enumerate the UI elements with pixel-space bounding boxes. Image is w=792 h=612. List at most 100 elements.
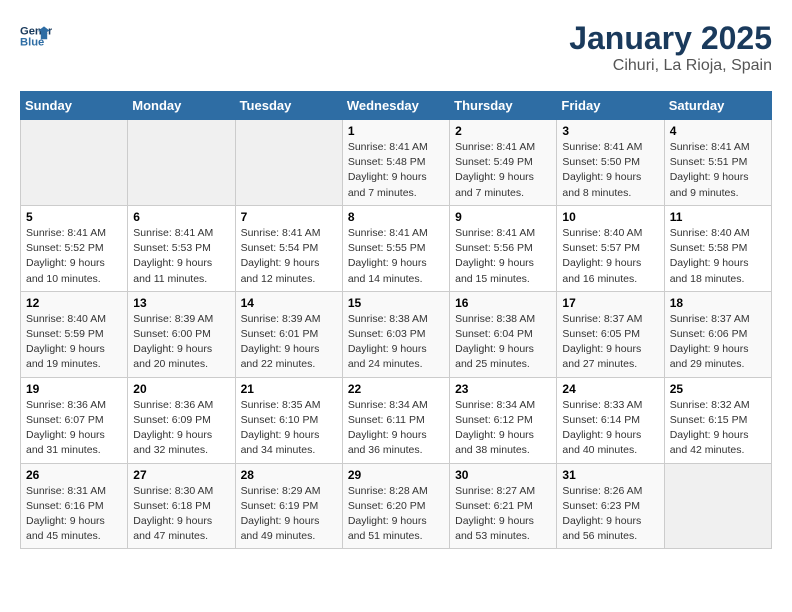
calendar-cell: 10 Sunrise: 8:40 AM Sunset: 5:57 PM Dayli… [557,205,664,291]
day-info: Sunrise: 8:33 AM Sunset: 6:14 PM Dayligh… [562,398,658,459]
calendar-cell: 14 Sunrise: 8:39 AM Sunset: 6:01 PM Dayli… [235,291,342,377]
calendar-cell: 23 Sunrise: 8:34 AM Sunset: 6:12 PM Dayli… [450,377,557,463]
day-info: Sunrise: 8:30 AM Sunset: 6:18 PM Dayligh… [133,484,229,545]
days-header-row: SundayMondayTuesdayWednesdayThursdayFrid… [21,92,772,120]
calendar-cell: 20Sunrise: 8:36 AM Sunset: 6:09 PM Dayli… [128,377,235,463]
day-header-saturday: Saturday [664,92,771,120]
day-number: 29 [348,468,444,482]
day-info: Sunrise: 8:38 AM Sunset: 6:03 PM Dayligh… [348,312,444,373]
calendar-cell: 1Sunrise: 8:41 AM Sunset: 5:48 PM Daylig… [342,120,449,206]
calendar-cell: 21 Sunrise: 8:35 AM Sunset: 6:10 PM Dayli… [235,377,342,463]
day-info: Sunrise: 8:41 AM Sunset: 5:51 PM Dayligh… [670,140,766,201]
day-info: Sunrise: 8:39 AM Sunset: 6:01 PM Dayligh… [241,312,337,373]
day-info: Sunrise: 8:40 AM Sunset: 5:59 PM Dayligh… [26,312,122,373]
calendar-cell [21,120,128,206]
day-number: 14 [241,296,337,310]
day-info: Sunrise: 8:34 AM Sunset: 6:12 PM Dayligh… [455,398,551,459]
day-info: Sunrise: 8:40 AM Sunset: 5:57 PM Dayligh… [562,226,658,287]
calendar-cell: 2Sunrise: 8:41 AM Sunset: 5:49 PM Daylig… [450,120,557,206]
calendar-cell: 28 Sunrise: 8:29 AM Sunset: 6:19 PM Dayli… [235,463,342,549]
week-row-1: 1Sunrise: 8:41 AM Sunset: 5:48 PM Daylig… [21,120,772,206]
day-info: Sunrise: 8:38 AM Sunset: 6:04 PM Dayligh… [455,312,551,373]
day-info: Sunrise: 8:28 AM Sunset: 6:20 PM Dayligh… [348,484,444,545]
day-number: 26 [26,468,122,482]
calendar-cell: 3 Sunrise: 8:41 AM Sunset: 5:50 PM Daylig… [557,120,664,206]
calendar-cell: 15Sunrise: 8:38 AM Sunset: 6:03 PM Dayli… [342,291,449,377]
day-info: Sunrise: 8:37 AM Sunset: 6:06 PM Dayligh… [670,312,766,373]
day-header-monday: Monday [128,92,235,120]
day-header-thursday: Thursday [450,92,557,120]
day-info: Sunrise: 8:41 AM Sunset: 5:49 PM Dayligh… [455,140,551,201]
day-number: 31 [562,468,658,482]
day-info: Sunrise: 8:41 AM Sunset: 5:53 PM Dayligh… [133,226,229,287]
day-number: 21 [241,382,337,396]
calendar-cell: 7 Sunrise: 8:41 AM Sunset: 5:54 PM Daylig… [235,205,342,291]
calendar-cell: 19Sunrise: 8:36 AM Sunset: 6:07 PM Dayli… [21,377,128,463]
calendar-cell: 24 Sunrise: 8:33 AM Sunset: 6:14 PM Dayli… [557,377,664,463]
day-number: 16 [455,296,551,310]
day-number: 5 [26,210,122,224]
day-header-tuesday: Tuesday [235,92,342,120]
calendar-cell [664,463,771,549]
day-info: Sunrise: 8:39 AM Sunset: 6:00 PM Dayligh… [133,312,229,373]
day-info: Sunrise: 8:29 AM Sunset: 6:19 PM Dayligh… [241,484,337,545]
week-row-4: 19Sunrise: 8:36 AM Sunset: 6:07 PM Dayli… [21,377,772,463]
day-info: Sunrise: 8:41 AM Sunset: 5:52 PM Dayligh… [26,226,122,287]
day-number: 4 [670,124,766,138]
day-info: Sunrise: 8:27 AM Sunset: 6:21 PM Dayligh… [455,484,551,545]
calendar-cell: 6 Sunrise: 8:41 AM Sunset: 5:53 PM Daylig… [128,205,235,291]
calendar-cell: 9 Sunrise: 8:41 AM Sunset: 5:56 PM Daylig… [450,205,557,291]
calendar-cell: 18 Sunrise: 8:37 AM Sunset: 6:06 PM Dayli… [664,291,771,377]
calendar-cell: 17Sunrise: 8:37 AM Sunset: 6:05 PM Dayli… [557,291,664,377]
day-info: Sunrise: 8:41 AM Sunset: 5:54 PM Dayligh… [241,226,337,287]
calendar-cell [128,120,235,206]
calendar-table: SundayMondayTuesdayWednesdayThursdayFrid… [20,91,772,549]
calendar-cell: 5 Sunrise: 8:41 AM Sunset: 5:52 PM Daylig… [21,205,128,291]
calendar-cell: 12Sunrise: 8:40 AM Sunset: 5:59 PM Dayli… [21,291,128,377]
logo: General Blue [20,20,52,52]
calendar-cell: 29 Sunrise: 8:28 AM Sunset: 6:20 PM Dayli… [342,463,449,549]
calendar-cell: 16 Sunrise: 8:38 AM Sunset: 6:04 PM Dayli… [450,291,557,377]
day-number: 24 [562,382,658,396]
calendar-cell: 13 Sunrise: 8:39 AM Sunset: 6:00 PM Dayli… [128,291,235,377]
day-info: Sunrise: 8:41 AM Sunset: 5:55 PM Dayligh… [348,226,444,287]
day-number: 17 [562,296,658,310]
day-number: 9 [455,210,551,224]
week-row-2: 5 Sunrise: 8:41 AM Sunset: 5:52 PM Daylig… [21,205,772,291]
day-info: Sunrise: 8:32 AM Sunset: 6:15 PM Dayligh… [670,398,766,459]
calendar-cell: 31 Sunrise: 8:26 AM Sunset: 6:23 PM Dayli… [557,463,664,549]
day-number: 7 [241,210,337,224]
day-number: 3 [562,124,658,138]
day-number: 30 [455,468,551,482]
week-row-3: 12Sunrise: 8:40 AM Sunset: 5:59 PM Dayli… [21,291,772,377]
calendar-cell: 22Sunrise: 8:34 AM Sunset: 6:11 PM Dayli… [342,377,449,463]
day-number: 18 [670,296,766,310]
day-info: Sunrise: 8:26 AM Sunset: 6:23 PM Dayligh… [562,484,658,545]
calendar-cell: 11Sunrise: 8:40 AM Sunset: 5:58 PM Dayli… [664,205,771,291]
day-info: Sunrise: 8:35 AM Sunset: 6:10 PM Dayligh… [241,398,337,459]
day-number: 28 [241,468,337,482]
calendar-cell: 27Sunrise: 8:30 AM Sunset: 6:18 PM Dayli… [128,463,235,549]
day-number: 1 [348,124,444,138]
page-header: General Blue January 2025 Cihuri, La Rio… [20,20,772,75]
calendar-cell [235,120,342,206]
calendar-cell: 26Sunrise: 8:31 AM Sunset: 6:16 PM Dayli… [21,463,128,549]
calendar-cell: 8 Sunrise: 8:41 AM Sunset: 5:55 PM Daylig… [342,205,449,291]
calendar-cell: 4 Sunrise: 8:41 AM Sunset: 5:51 PM Daylig… [664,120,771,206]
day-info: Sunrise: 8:40 AM Sunset: 5:58 PM Dayligh… [670,226,766,287]
day-header-friday: Friday [557,92,664,120]
day-number: 10 [562,210,658,224]
day-number: 20 [133,382,229,396]
day-number: 23 [455,382,551,396]
svg-text:Blue: Blue [20,37,44,49]
day-header-wednesday: Wednesday [342,92,449,120]
calendar-cell: 25Sunrise: 8:32 AM Sunset: 6:15 PM Dayli… [664,377,771,463]
day-info: Sunrise: 8:41 AM Sunset: 5:56 PM Dayligh… [455,226,551,287]
day-info: Sunrise: 8:41 AM Sunset: 5:50 PM Dayligh… [562,140,658,201]
day-number: 22 [348,382,444,396]
day-number: 13 [133,296,229,310]
day-number: 6 [133,210,229,224]
week-row-5: 26Sunrise: 8:31 AM Sunset: 6:16 PM Dayli… [21,463,772,549]
day-number: 8 [348,210,444,224]
calendar-cell: 30 Sunrise: 8:27 AM Sunset: 6:21 PM Dayli… [450,463,557,549]
